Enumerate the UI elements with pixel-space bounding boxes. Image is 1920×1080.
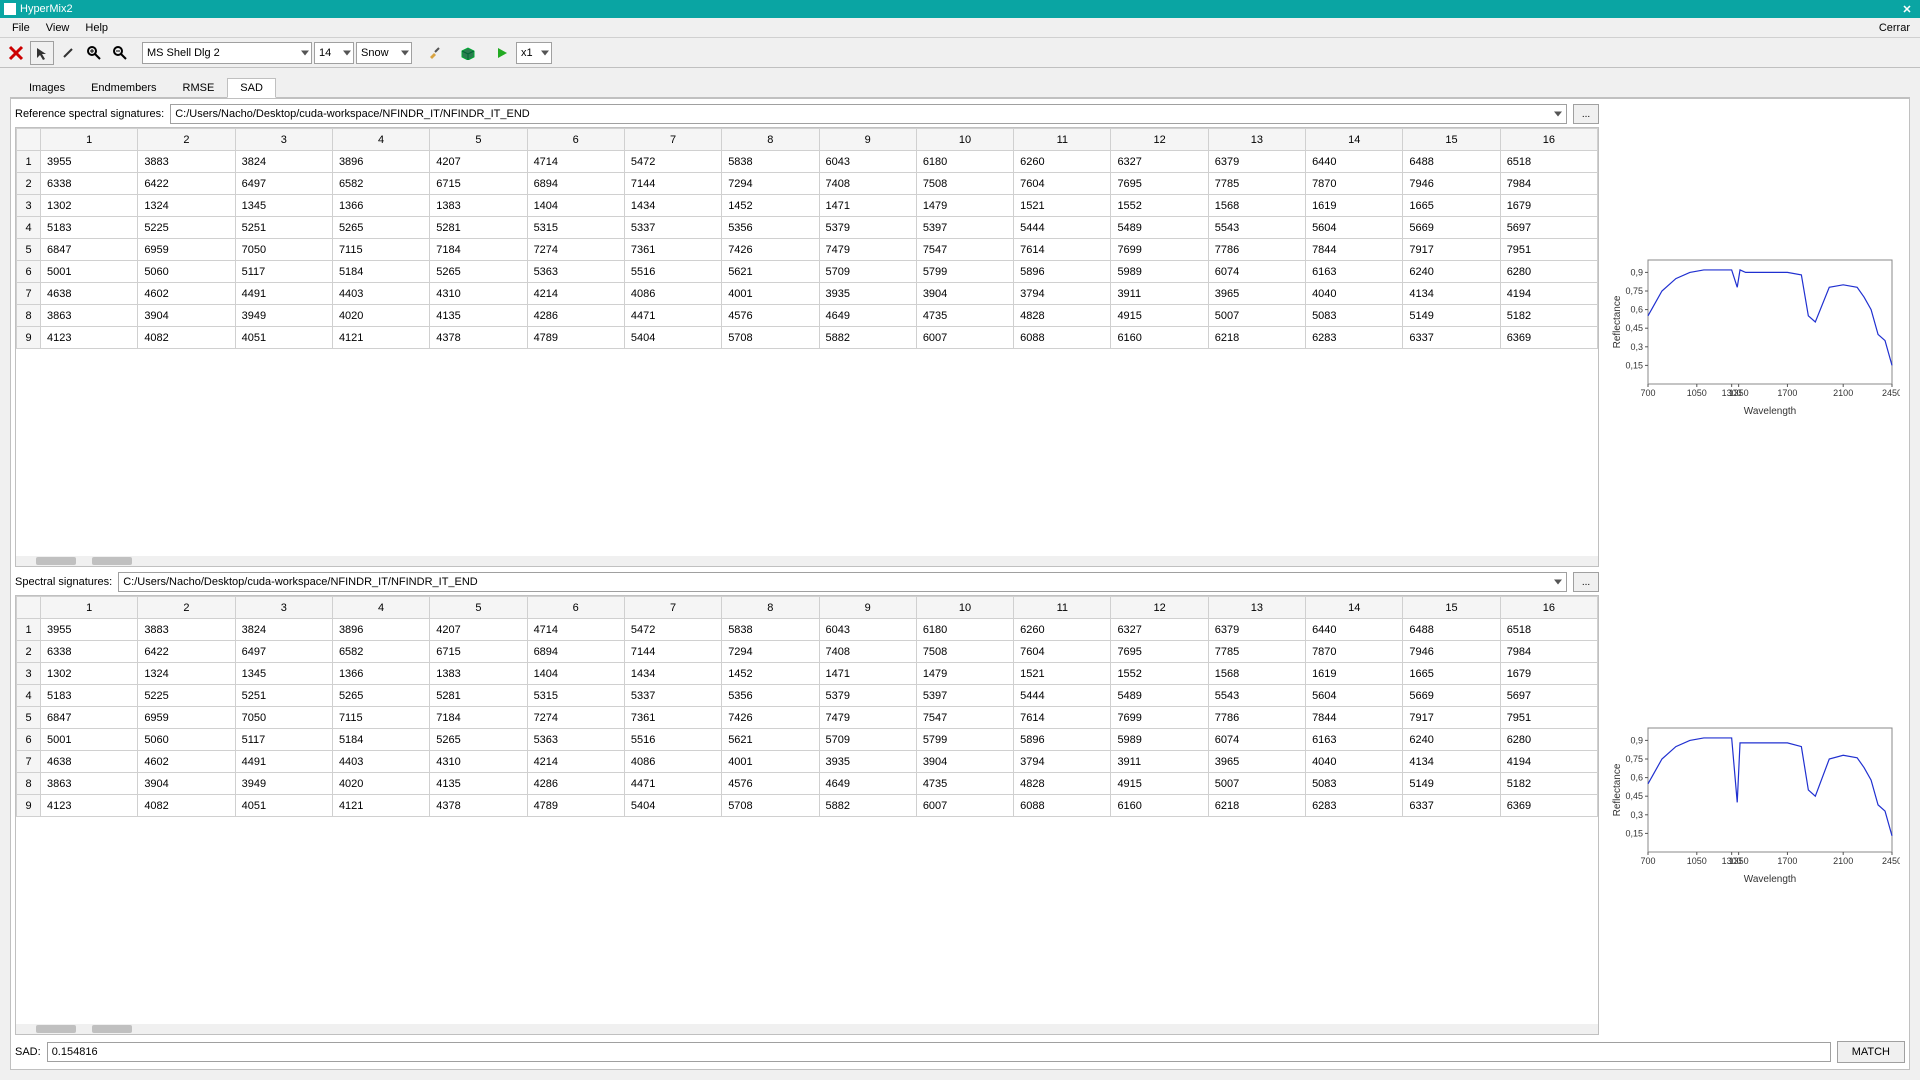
svg-text:0,6: 0,6 <box>1630 773 1643 783</box>
reference-section: Reference spectral signatures: C:/Users/… <box>15 103 1905 567</box>
fontsize-value: 14 <box>319 47 331 59</box>
tabs: Images Endmembers RMSE SAD <box>10 74 1910 98</box>
play-icon[interactable] <box>490 41 514 65</box>
ref-browse-button[interactable]: ... <box>1573 104 1599 124</box>
menu-file[interactable]: File <box>4 22 38 34</box>
tab-sad[interactable]: SAD <box>227 78 276 98</box>
spec-browse-button[interactable]: ... <box>1573 572 1599 592</box>
color-combo[interactable]: Snow <box>356 42 412 64</box>
toolbar: MS Shell Dlg 2 14 Snow x1 <box>0 38 1920 68</box>
svg-text:2100: 2100 <box>1833 388 1853 398</box>
menu-view[interactable]: View <box>38 22 78 34</box>
box-icon[interactable] <box>456 41 480 65</box>
svg-text:700: 700 <box>1640 856 1655 866</box>
svg-text:0,9: 0,9 <box>1630 735 1643 745</box>
svg-text:0,3: 0,3 <box>1630 810 1643 820</box>
menubar: File View Help Cerrar <box>0 18 1920 38</box>
sad-label: SAD: <box>15 1046 41 1058</box>
sad-value-field[interactable]: 0.154816 <box>47 1042 1831 1062</box>
svg-text:1350: 1350 <box>1729 388 1749 398</box>
ref-label: Reference spectral signatures: <box>15 108 164 120</box>
svg-text:Reflectance: Reflectance <box>1612 295 1623 348</box>
ref-path-combo[interactable]: C:/Users/Nacho/Desktop/cuda-workspace/NF… <box>170 104 1567 124</box>
sad-value: 0.154816 <box>52 1046 98 1058</box>
spectral-section: Spectral signatures: C:/Users/Nacho/Desk… <box>15 571 1905 1035</box>
sad-panel: Reference spectral signatures: C:/Users/… <box>10 98 1910 1070</box>
sad-row: SAD: 0.154816 MATCH <box>15 1039 1905 1065</box>
font-combo-value: MS Shell Dlg 2 <box>147 47 220 59</box>
zoom-value: x1 <box>521 47 533 59</box>
svg-text:0,6: 0,6 <box>1630 305 1643 315</box>
spec-scrollbar[interactable] <box>16 1024 1598 1034</box>
svg-text:1700: 1700 <box>1777 388 1797 398</box>
match-button[interactable]: MATCH <box>1837 1041 1905 1063</box>
svg-text:0,15: 0,15 <box>1625 360 1643 370</box>
svg-text:Wavelength: Wavelength <box>1744 874 1796 885</box>
svg-text:0,45: 0,45 <box>1625 791 1643 801</box>
svg-text:2100: 2100 <box>1833 856 1853 866</box>
zoom-in-icon[interactable] <box>82 41 106 65</box>
svg-text:700: 700 <box>1640 388 1655 398</box>
tab-endmembers[interactable]: Endmembers <box>78 78 169 97</box>
app-icon <box>4 3 16 15</box>
brush-icon[interactable] <box>422 41 446 65</box>
cursor-icon[interactable] <box>30 41 54 65</box>
svg-text:1700: 1700 <box>1777 856 1797 866</box>
svg-text:Wavelength: Wavelength <box>1744 406 1796 417</box>
font-combo[interactable]: MS Shell Dlg 2 <box>142 42 312 64</box>
fontsize-combo[interactable]: 14 <box>314 42 354 64</box>
ref-table[interactable]: 1234567891011121314151613955388338243896… <box>15 127 1599 567</box>
close-icon[interactable]: ✕ <box>1898 2 1916 16</box>
menu-help[interactable]: Help <box>77 22 116 34</box>
spec-path-value: C:/Users/Nacho/Desktop/cuda-workspace/NF… <box>123 576 478 588</box>
window-title: HyperMix2 <box>20 3 1898 15</box>
svg-text:2450: 2450 <box>1882 856 1900 866</box>
svg-text:2450: 2450 <box>1882 388 1900 398</box>
svg-text:0,15: 0,15 <box>1625 828 1643 838</box>
svg-text:Reflectance: Reflectance <box>1612 763 1623 816</box>
spec-chart: 0,150,30,450,60,750,97001050130013501700… <box>1605 571 1905 1035</box>
spec-path-combo[interactable]: C:/Users/Nacho/Desktop/cuda-workspace/NF… <box>118 572 1567 592</box>
menu-cerrar[interactable]: Cerrar <box>1871 22 1916 34</box>
titlebar: HyperMix2 ✕ <box>0 0 1920 18</box>
color-combo-value: Snow <box>361 47 389 59</box>
wand-icon[interactable] <box>56 41 80 65</box>
svg-text:0,3: 0,3 <box>1630 342 1643 352</box>
svg-text:1050: 1050 <box>1687 856 1707 866</box>
zoom-out-icon[interactable] <box>108 41 132 65</box>
svg-text:0,9: 0,9 <box>1630 267 1643 277</box>
close-icon-tool[interactable] <box>4 41 28 65</box>
spec-label: Spectral signatures: <box>15 576 112 588</box>
svg-text:0,75: 0,75 <box>1625 286 1643 296</box>
tab-rmse[interactable]: RMSE <box>170 78 228 97</box>
svg-text:1350: 1350 <box>1729 856 1749 866</box>
ref-chart: 0,150,30,450,60,750,97001050130013501700… <box>1605 103 1905 567</box>
zoom-combo[interactable]: x1 <box>516 42 552 64</box>
svg-text:0,75: 0,75 <box>1625 754 1643 764</box>
ref-path-value: C:/Users/Nacho/Desktop/cuda-workspace/NF… <box>175 108 530 120</box>
svg-text:1050: 1050 <box>1687 388 1707 398</box>
spec-table[interactable]: 1234567891011121314151613955388338243896… <box>15 595 1599 1035</box>
ref-scrollbar[interactable] <box>16 556 1598 566</box>
svg-text:0,45: 0,45 <box>1625 323 1643 333</box>
tab-images[interactable]: Images <box>16 78 78 97</box>
